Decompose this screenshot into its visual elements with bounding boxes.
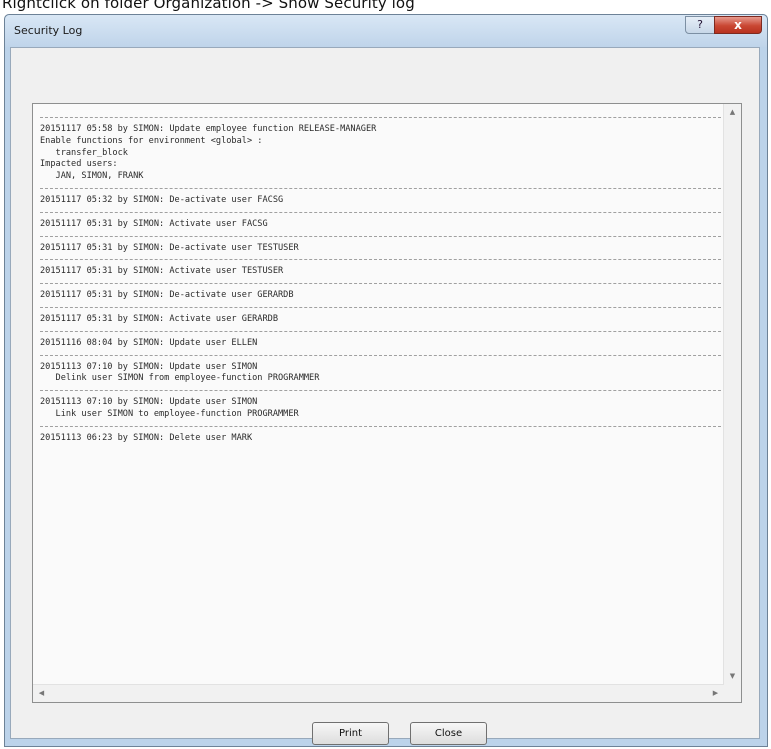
log-separator xyxy=(40,354,721,356)
security-log-dialog: Security Log ? x 20151117 05:58 by SIMON… xyxy=(4,14,768,747)
log-separator xyxy=(40,211,721,213)
log-entry: 20151113 07:10 by SIMON: Update user SIM… xyxy=(40,362,721,386)
scroll-left-icon[interactable]: ◀ xyxy=(33,685,50,702)
help-icon: ? xyxy=(697,18,703,31)
log-entry-detail: transfer_block xyxy=(40,147,128,158)
log-separator xyxy=(40,235,721,237)
log-entry: 20151117 05:31 by SIMON: Activate user F… xyxy=(40,219,721,231)
log-entry-header: 20151116 08:04 by SIMON: Update user ELL… xyxy=(40,337,258,348)
log-text: 20151117 05:58 by SIMON: Update employee… xyxy=(40,112,721,684)
log-separator xyxy=(40,187,721,189)
log-entry-header: 20151117 05:58 by SIMON: Update employee… xyxy=(40,124,377,134)
scroll-right-icon[interactable]: ▶ xyxy=(707,685,724,702)
log-entry: 20151117 05:31 by SIMON: Activate user T… xyxy=(40,266,721,278)
log-entry-header: 20151117 05:31 by SIMON: De-activate use… xyxy=(40,290,294,301)
log-separator xyxy=(40,390,721,392)
scroll-down-icon[interactable]: ▼ xyxy=(724,668,741,685)
log-entry-header: 20151113 06:23 by SIMON: Delete user MAR… xyxy=(40,432,253,443)
log-entry-header: 20151117 05:31 by SIMON: De-activate use… xyxy=(40,242,299,253)
log-entry: 20151117 05:31 by SIMON: De-activate use… xyxy=(40,290,721,302)
log-entry-header: 20151117 05:31 by SIMON: Activate user F… xyxy=(40,218,268,229)
log-entry: 20151117 05:32 by SIMON: De-activate use… xyxy=(40,195,721,207)
log-entry: 20151116 08:04 by SIMON: Update user ELL… xyxy=(40,338,721,350)
close-icon: x xyxy=(734,18,742,32)
dialog-client-area: 20151117 05:58 by SIMON: Update employee… xyxy=(10,47,760,745)
log-entry-detail: Link user SIMON to employee-function PRO… xyxy=(40,408,299,419)
log-entry: 20151113 07:10 by SIMON: Update user SIM… xyxy=(40,397,721,421)
log-separator xyxy=(40,425,721,427)
title-bar[interactable]: Security Log ? x xyxy=(5,15,767,47)
log-separator xyxy=(40,306,721,308)
log-entry-header: 20151113 07:10 by SIMON: Update user SIM… xyxy=(40,397,258,408)
log-entry-detail: Impacted users: xyxy=(40,159,118,170)
close-button[interactable]: Close xyxy=(410,722,487,745)
print-button[interactable]: Print xyxy=(312,722,389,745)
scroll-up-icon[interactable]: ▲ xyxy=(724,104,741,121)
log-entry-detail: Delink user SIMON from employee-function… xyxy=(40,373,320,384)
window-close-button[interactable]: x xyxy=(714,16,762,34)
window-title: Security Log xyxy=(14,24,83,37)
log-entry-detail: Enable functions for environment <global… xyxy=(40,135,263,146)
log-entry-detail: JAN, SIMON, FRANK xyxy=(40,171,144,182)
page-caption: Rightclick on folder Organization -> Sho… xyxy=(2,0,415,12)
log-entry: 20151117 05:31 by SIMON: Activate user G… xyxy=(40,314,721,326)
help-button[interactable]: ? xyxy=(685,16,715,34)
log-separator xyxy=(40,330,721,332)
scrollbar-corner xyxy=(724,685,741,702)
log-separator xyxy=(40,259,721,261)
log-entry-header: 20151117 05:31 by SIMON: Activate user G… xyxy=(40,313,278,324)
log-entry-header: 20151117 05:31 by SIMON: Activate user T… xyxy=(40,266,284,277)
log-entry: 20151117 05:31 by SIMON: De-activate use… xyxy=(40,243,721,255)
horizontal-scrollbar[interactable]: ◀ ▶ xyxy=(33,684,724,702)
log-entry-header: 20151117 05:32 by SIMON: De-activate use… xyxy=(40,194,284,205)
vertical-scrollbar[interactable]: ▲ ▼ xyxy=(723,104,741,685)
log-entry: 20151113 06:23 by SIMON: Delete user MAR… xyxy=(40,433,721,445)
log-separator xyxy=(40,117,721,118)
log-entry: 20151117 05:58 by SIMON: Update employee… xyxy=(40,124,721,183)
security-log-textbox[interactable]: 20151117 05:58 by SIMON: Update employee… xyxy=(32,103,742,703)
log-separator xyxy=(40,283,721,285)
log-entry-header: 20151113 07:10 by SIMON: Update user SIM… xyxy=(40,361,258,372)
